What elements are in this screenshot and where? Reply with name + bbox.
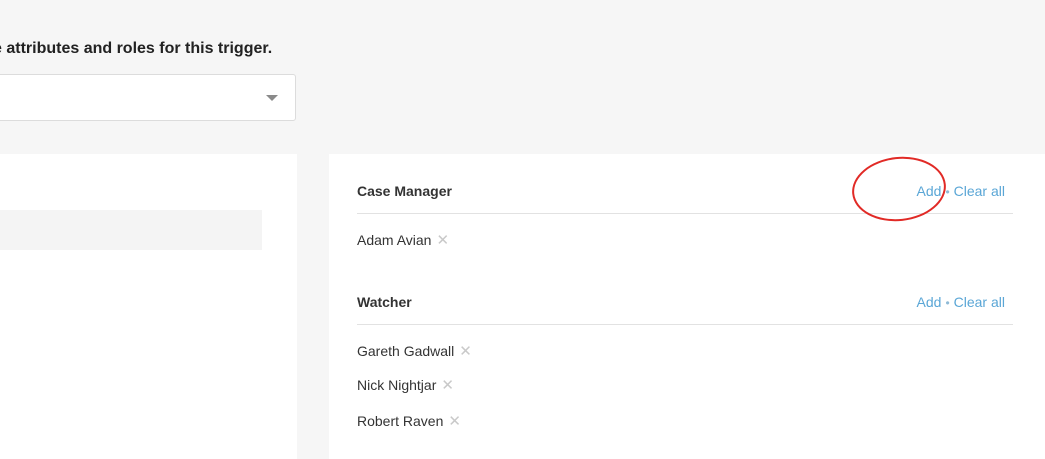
member-name: Adam Avian xyxy=(357,232,432,248)
role-actions-watcher: Add • Clear all xyxy=(917,294,1005,310)
attributes-panel xyxy=(0,154,297,459)
member-name: Robert Raven xyxy=(357,413,444,429)
member-item: Adam Avian ✕ xyxy=(357,231,449,249)
trigger-settings-header: e attributes and roles for this trigger. xyxy=(0,0,1045,154)
attribute-row[interactable] xyxy=(0,210,262,250)
clear-all-case-manager-link[interactable]: Clear all xyxy=(954,183,1005,199)
role-actions-case-manager: Add • Clear all xyxy=(917,183,1005,199)
clear-all-watcher-link[interactable]: Clear all xyxy=(954,294,1005,310)
add-case-manager-link[interactable]: Add xyxy=(917,183,942,199)
instruction-text: e attributes and roles for this trigger. xyxy=(0,40,273,57)
member-item: Robert Raven ✕ xyxy=(357,412,461,430)
member-name: Gareth Gadwall xyxy=(357,343,455,359)
role-title-watcher: Watcher xyxy=(357,294,412,310)
role-header-case-manager: Case Manager Add • Clear all xyxy=(357,154,1013,214)
panel-divider xyxy=(297,154,329,459)
member-item: Gareth Gadwall ✕ xyxy=(357,342,472,360)
remove-icon[interactable]: ✕ xyxy=(436,232,449,249)
trigger-select-dropdown[interactable] xyxy=(0,74,296,121)
role-title-case-manager: Case Manager xyxy=(357,183,452,199)
separator-dot: • xyxy=(945,296,950,310)
member-item: Nick Nightjar ✕ xyxy=(357,376,454,394)
roles-panel: Case Manager Add • Clear all Adam Avian ✕ W… xyxy=(329,154,1045,459)
role-header-watcher: Watcher Add • Clear all xyxy=(357,265,1013,325)
member-name: Nick Nightjar xyxy=(357,377,437,393)
chevron-down-icon[interactable] xyxy=(266,95,278,101)
remove-icon[interactable]: ✕ xyxy=(448,413,461,430)
add-watcher-link[interactable]: Add xyxy=(917,294,942,310)
separator-dot: • xyxy=(945,185,950,199)
remove-icon[interactable]: ✕ xyxy=(459,343,472,360)
remove-icon[interactable]: ✕ xyxy=(441,377,454,394)
